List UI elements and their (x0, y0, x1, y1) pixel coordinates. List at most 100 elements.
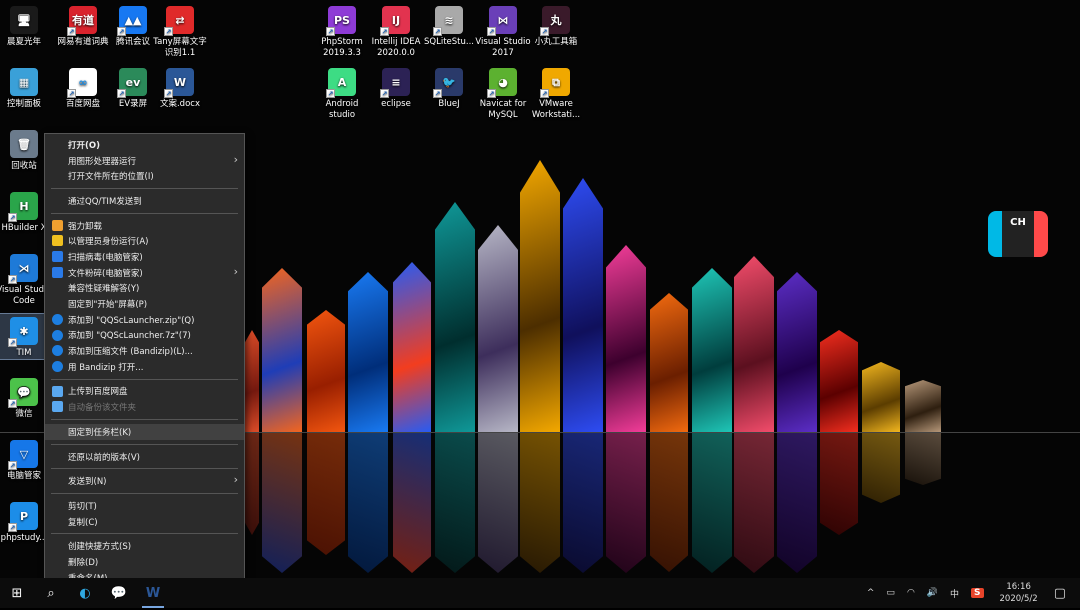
taskbar-app-word[interactable]: W (136, 578, 170, 608)
menu-item[interactable]: 发送到(N)› (45, 473, 244, 489)
app-glyph: H (19, 201, 28, 212)
desktop-icon[interactable]: ⧉↗VMware Workstati... (526, 65, 586, 121)
menu-item[interactable]: 扫描病毒(电脑管家) (45, 249, 244, 265)
search-button[interactable]: ⌕ (34, 578, 68, 608)
menu-item[interactable]: 固定到任务栏(K) (45, 424, 244, 440)
menu-item[interactable]: 用图形处理器运行› (45, 153, 244, 169)
icon-label: Intellij IDEA 2020.0.0 (366, 37, 426, 59)
desktop-icon[interactable]: 丸↗小丸工具箱 (526, 3, 586, 48)
icon-label: 晨夏光年 (0, 37, 52, 48)
bandizip-icon (52, 314, 63, 325)
desktop-icon[interactable]: ≋↗SQLiteStu... (419, 3, 479, 48)
shortcut-arrow-icon: ↗ (8, 213, 17, 222)
desktop-icon[interactable]: 🐦↗BlueJ (419, 65, 479, 110)
menu-item[interactable]: 文件粉碎(电脑管家)› (45, 265, 244, 281)
shortcut-arrow-icon: ↗ (117, 89, 126, 98)
menu-item[interactable]: 创建快捷方式(S) (45, 538, 244, 554)
menu-separator (51, 379, 238, 380)
app-glyph: 💬 (17, 387, 31, 398)
menu-item[interactable]: 用 Bandizip 打开... (45, 359, 244, 375)
desktop-icon[interactable]: ⋈↗Visual Studio 2017 (473, 3, 533, 59)
desktop-icon[interactable]: ⇄↗Tany屏幕文字识别1.1 (150, 3, 210, 59)
menu-item[interactable]: 通过QQ/TIM发送到 (45, 193, 244, 209)
taskbar: ⊞ ⌕ ◐ 💬 W ^ ▭ ◠ 🔊 中 S 16:16 2020/5/2 ▢ (0, 578, 1080, 608)
desktop-icon[interactable]: ▦控制面板 (0, 65, 52, 110)
wallpaper-reflection (650, 433, 688, 572)
baidu-netdisk-icon (52, 401, 63, 412)
shortcut-arrow-icon: ↗ (8, 399, 17, 408)
menu-item[interactable]: 自动备份该文件夹 (45, 399, 244, 415)
menu-separator (51, 213, 238, 214)
app-icon: ⋈↗ (489, 6, 517, 34)
app-glyph: ≋ (444, 15, 453, 26)
icon-label: 控制面板 (0, 99, 52, 110)
start-button[interactable]: ⊞ (0, 578, 34, 608)
desktop-icon[interactable]: 🖥晨夏光年 (0, 3, 52, 48)
battery-icon[interactable]: ▭ (886, 588, 895, 598)
shortcut-arrow-icon: ↗ (8, 461, 17, 470)
menu-item-label: 上传到百度网盘 (68, 385, 128, 397)
app-glyph: A (338, 77, 347, 88)
menu-item-label: 以管理员身份运行(A) (68, 235, 148, 247)
icon-label: VMware Workstati... (526, 99, 586, 121)
menu-item-label: 兼容性疑难解答(Y) (68, 282, 139, 294)
menu-item[interactable]: 打开(O) (45, 137, 244, 153)
show-hidden-icons-button[interactable]: ^ (867, 588, 875, 598)
windows-icon: ⊞ (12, 586, 23, 601)
app-icon: PS↗ (328, 6, 356, 34)
sogou-icon[interactable]: S (971, 588, 983, 598)
menu-item[interactable]: 剪切(T) (45, 498, 244, 514)
menu-item[interactable]: 添加到 "QQScLauncher.zip"(Q) (45, 312, 244, 328)
desktop-icon[interactable]: ◕↗Navicat for MySQL (473, 65, 533, 121)
menu-item[interactable]: 固定到"开始"屏幕(P) (45, 296, 244, 312)
wallpaper-reflection (734, 433, 774, 573)
menu-item[interactable]: 添加到 "QQScLauncher.7z"(7) (45, 328, 244, 344)
wifi-icon[interactable]: ◠ (907, 588, 915, 598)
menu-item[interactable]: 添加到压缩文件 (Bandizip)(L)... (45, 343, 244, 359)
app-glyph: ⇄ (175, 15, 184, 26)
menu-item[interactable]: 上传到百度网盘 (45, 384, 244, 400)
shortcut-arrow-icon: ↗ (164, 27, 173, 36)
wallpaper-crystal (734, 256, 774, 432)
menu-item[interactable]: 以管理员身份运行(A) (45, 233, 244, 249)
menu-item[interactable]: 删除(D) (45, 554, 244, 570)
menu-item[interactable]: 强力卸载 (45, 218, 244, 234)
wechat-icon: 💬 (111, 586, 127, 601)
app-icon: ∞↗ (69, 68, 97, 96)
clock[interactable]: 16:16 2020/5/2 (1000, 581, 1038, 605)
icon-label: PhpStorm 2019.3.3 (312, 37, 372, 59)
app-icon: ⇄↗ (166, 6, 194, 34)
menu-item[interactable]: 兼容性疑难解答(Y) (45, 281, 244, 297)
wallpaper-crystal (606, 245, 646, 432)
desktop-icon[interactable]: W↗文案.docx (150, 65, 210, 110)
shortcut-arrow-icon: ↗ (8, 275, 17, 284)
shortcut-arrow-icon: ↗ (380, 89, 389, 98)
app-icon: W↗ (166, 68, 194, 96)
wallpaper-crystal (520, 160, 560, 432)
shortcut-arrow-icon: ↗ (433, 27, 442, 36)
ime-indicator[interactable]: 中 (950, 587, 959, 600)
menu-item-label: 文件粉碎(电脑管家) (68, 267, 143, 279)
desktop-icon[interactable]: PS↗ PhpStorm 2019.3.3 (312, 3, 372, 59)
taskbar-app-edge[interactable]: ◐ (68, 578, 102, 608)
taskbar-app-wechat[interactable]: 💬 (102, 578, 136, 608)
desktop-icon[interactable]: A↗Android studio (312, 65, 372, 121)
menu-item[interactable]: 还原以前的版本(V) (45, 449, 244, 465)
desktop-icon[interactable]: IJ↗ Intellij IDEA 2020.0.0 (366, 3, 426, 59)
menu-separator (51, 188, 238, 189)
joycon-widget[interactable]: CH (988, 211, 1048, 257)
volume-icon[interactable]: 🔊 (927, 588, 938, 598)
menu-item-label: 自动备份该文件夹 (68, 401, 136, 413)
app-glyph: W (174, 77, 186, 88)
app-icon: IJ↗ (382, 6, 410, 34)
menu-item[interactable]: 复制(C) (45, 514, 244, 530)
wallpaper-reflection (478, 433, 518, 573)
notification-icon[interactable]: ▢ (1054, 586, 1066, 601)
desktop-icon[interactable]: ≡↗eclipse (366, 65, 426, 110)
shortcut-arrow-icon: ↗ (67, 27, 76, 36)
shortcut-arrow-icon: ↗ (164, 89, 173, 98)
shortcut-arrow-icon: ↗ (487, 89, 496, 98)
menu-item-label: 打开(O) (68, 139, 100, 151)
widget-label: CH (1002, 211, 1034, 257)
menu-item[interactable]: 打开文件所在的位置(I) (45, 168, 244, 184)
